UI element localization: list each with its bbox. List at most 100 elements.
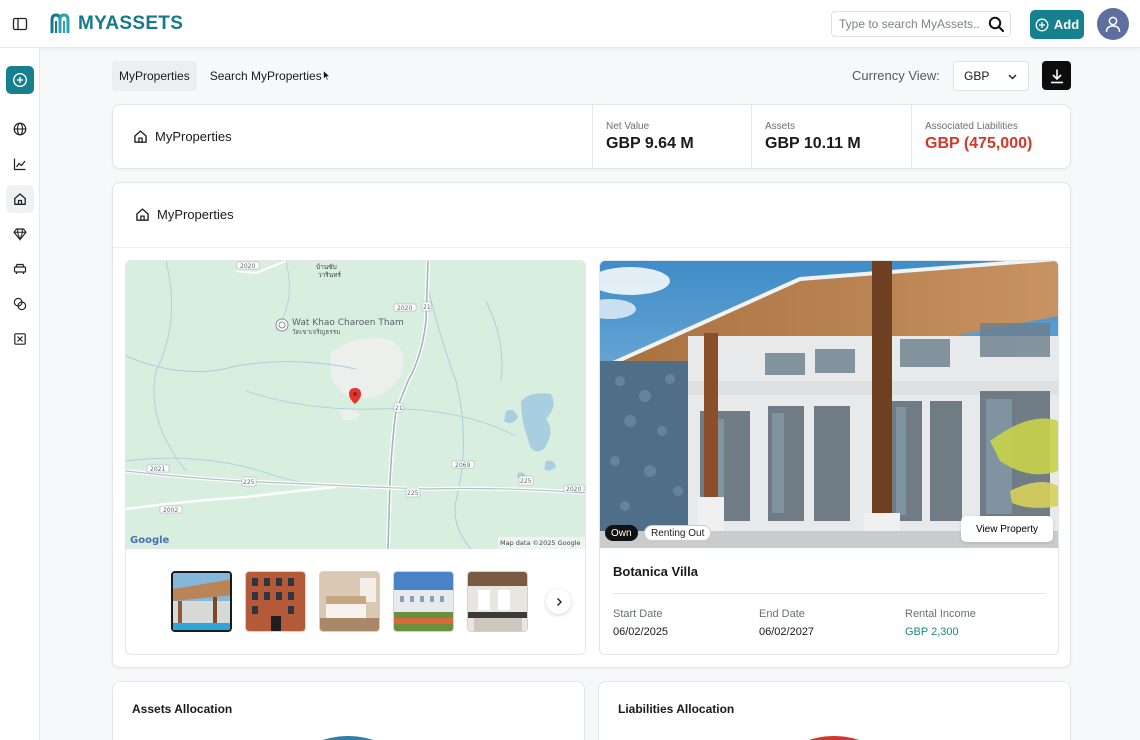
avatar[interactable]: [1097, 8, 1129, 40]
rental-income-label: Rental Income: [905, 608, 976, 620]
brand-name: MYASSETS: [78, 13, 184, 34]
coins-icon: [13, 297, 27, 311]
svg-text:21: 21: [423, 304, 431, 311]
plus-circle-icon: [1035, 18, 1049, 31]
start-date-value: 06/02/2025: [613, 626, 669, 638]
properties-title-text: MyProperties: [157, 207, 234, 222]
nav-liabilities[interactable]: [6, 325, 34, 353]
assets-allocation-chart: [322, 736, 374, 740]
property-name: Botanica Villa: [613, 564, 699, 579]
divider: [113, 247, 1070, 248]
status-badge-renting: Renting Out: [644, 525, 712, 541]
svg-text:225: 225: [520, 478, 532, 485]
globe-icon: [13, 122, 27, 136]
search-icon[interactable]: [988, 16, 1005, 38]
metric-value: GBP 9.64 M: [606, 135, 694, 152]
download-button[interactable]: [1042, 61, 1071, 90]
nav-vehicles[interactable]: [6, 255, 34, 283]
start-date-field: Start Date 06/02/2025: [613, 608, 668, 638]
thumbnail-villa[interactable]: [171, 571, 232, 632]
nav-chart[interactable]: [6, 150, 34, 178]
thumbnail-strip: [171, 571, 528, 632]
map-place-label: Wat Khao Charoen Tham: [292, 318, 404, 328]
thumbnails-next-button[interactable]: [546, 589, 571, 614]
property-photo: [600, 261, 1058, 548]
svg-text:225: 225: [243, 479, 255, 486]
assets-allocation-title: Assets Allocation: [132, 702, 233, 716]
liabilities-allocation-chart: [808, 736, 860, 740]
metric-label: Associated Liabilities: [925, 121, 1018, 132]
svg-text:2020: 2020: [566, 486, 581, 493]
properties-card: MyProperties 2020 2020 21 21 2021 225 22…: [112, 182, 1071, 668]
metric-value: GBP 10.11 M: [765, 135, 861, 152]
x-square-icon: [14, 333, 26, 345]
end-date-field: End Date 06/02/2027: [759, 608, 814, 638]
rental-income-field: Rental Income GBP 2,300: [905, 608, 976, 638]
plus-circle-icon: [12, 72, 28, 88]
home-icon: [134, 130, 147, 143]
thumbnail-brick-building[interactable]: [245, 571, 306, 632]
metric-liabilities: Associated Liabilities GBP (475,000): [911, 105, 1070, 168]
map-panel: 2020 2020 21 21 2021 225 225 225 2069 20…: [125, 260, 586, 655]
summary-title: MyProperties: [133, 129, 232, 144]
metric-label: Net Value: [606, 121, 650, 132]
brand-mark-icon: [50, 13, 70, 33]
nav-valuables[interactable]: [6, 220, 34, 248]
status-badge-own: Own: [605, 525, 638, 541]
diamond-icon: [13, 228, 27, 241]
svg-text:2020: 2020: [240, 263, 255, 270]
nav-investments[interactable]: [6, 290, 34, 318]
view-property-button[interactable]: View Property: [961, 516, 1053, 542]
metric-net-value: Net Value GBP 9.64 M: [592, 105, 752, 168]
user-icon: [1105, 16, 1121, 33]
thumbnail-mansion[interactable]: [393, 571, 454, 632]
add-button[interactable]: Add: [1030, 10, 1084, 39]
vehicle-icon: [13, 263, 27, 274]
svg-text:21: 21: [395, 405, 403, 412]
rental-income-value: GBP 2,300: [905, 626, 959, 638]
currency-select[interactable]: GBP: [953, 61, 1029, 91]
start-date-label: Start Date: [613, 608, 663, 620]
map-google-logo: Google: [130, 535, 170, 546]
metric-assets: Assets GBP 10.11 M: [751, 105, 911, 168]
mouse-cursor-icon: [323, 70, 331, 81]
nav-globe[interactable]: [6, 115, 34, 143]
assets-allocation-card: Assets Allocation: [112, 681, 585, 740]
left-nav-rail: [0, 48, 40, 740]
chevron-right-icon: [556, 597, 562, 606]
currency-selected-value: GBP: [964, 69, 990, 83]
end-date-value: 06/02/2027: [759, 626, 815, 638]
nav-properties[interactable]: [6, 185, 34, 213]
property-map[interactable]: 2020 2020 21 21 2021 225 225 225 2069 20…: [126, 261, 585, 549]
currency-view-label: Currency View:: [852, 68, 940, 83]
top-bar: MYASSETS Add: [0, 0, 1140, 48]
divider: [613, 593, 1046, 594]
line-chart-icon: [13, 158, 26, 171]
thumbnail-bedroom[interactable]: [319, 571, 380, 632]
brand-logo[interactable]: MYASSETS: [50, 12, 183, 36]
svg-text:2020: 2020: [397, 305, 412, 312]
add-button-label: Add: [1053, 17, 1080, 32]
metric-value: GBP (475,000): [925, 135, 1033, 152]
summary-title-text: MyProperties: [155, 129, 232, 144]
thumbnail-kitchen[interactable]: [467, 571, 528, 632]
svg-text:2069: 2069: [455, 462, 470, 469]
page-tabs: MyProperties Search MyProperties: [112, 61, 329, 91]
map-place-label-thai: วัดเขาเจริญธรรม: [292, 328, 340, 336]
liabilities-allocation-card: Liabilities Allocation: [598, 681, 1071, 740]
rail-add-button[interactable]: [6, 66, 34, 94]
liabilities-allocation-title: Liabilities Allocation: [618, 702, 735, 716]
map-village-label-2: วารินทร์: [318, 271, 342, 279]
svg-text:2002: 2002: [163, 507, 178, 514]
end-date-label: End Date: [759, 608, 805, 620]
home-icon: [14, 193, 26, 205]
map-attribution: Map data ©2025 Google: [500, 539, 581, 547]
search-input[interactable]: [832, 12, 980, 36]
search-box[interactable]: [831, 11, 1011, 37]
download-icon: [1050, 69, 1063, 83]
tab-myproperties[interactable]: MyProperties: [112, 61, 197, 91]
sidebar-toggle-icon[interactable]: [12, 16, 28, 32]
svg-text:2021: 2021: [150, 466, 165, 473]
summary-card: MyProperties Net Value GBP 9.64 M Assets…: [112, 104, 1071, 169]
tab-search-myproperties[interactable]: Search MyProperties: [203, 61, 329, 91]
